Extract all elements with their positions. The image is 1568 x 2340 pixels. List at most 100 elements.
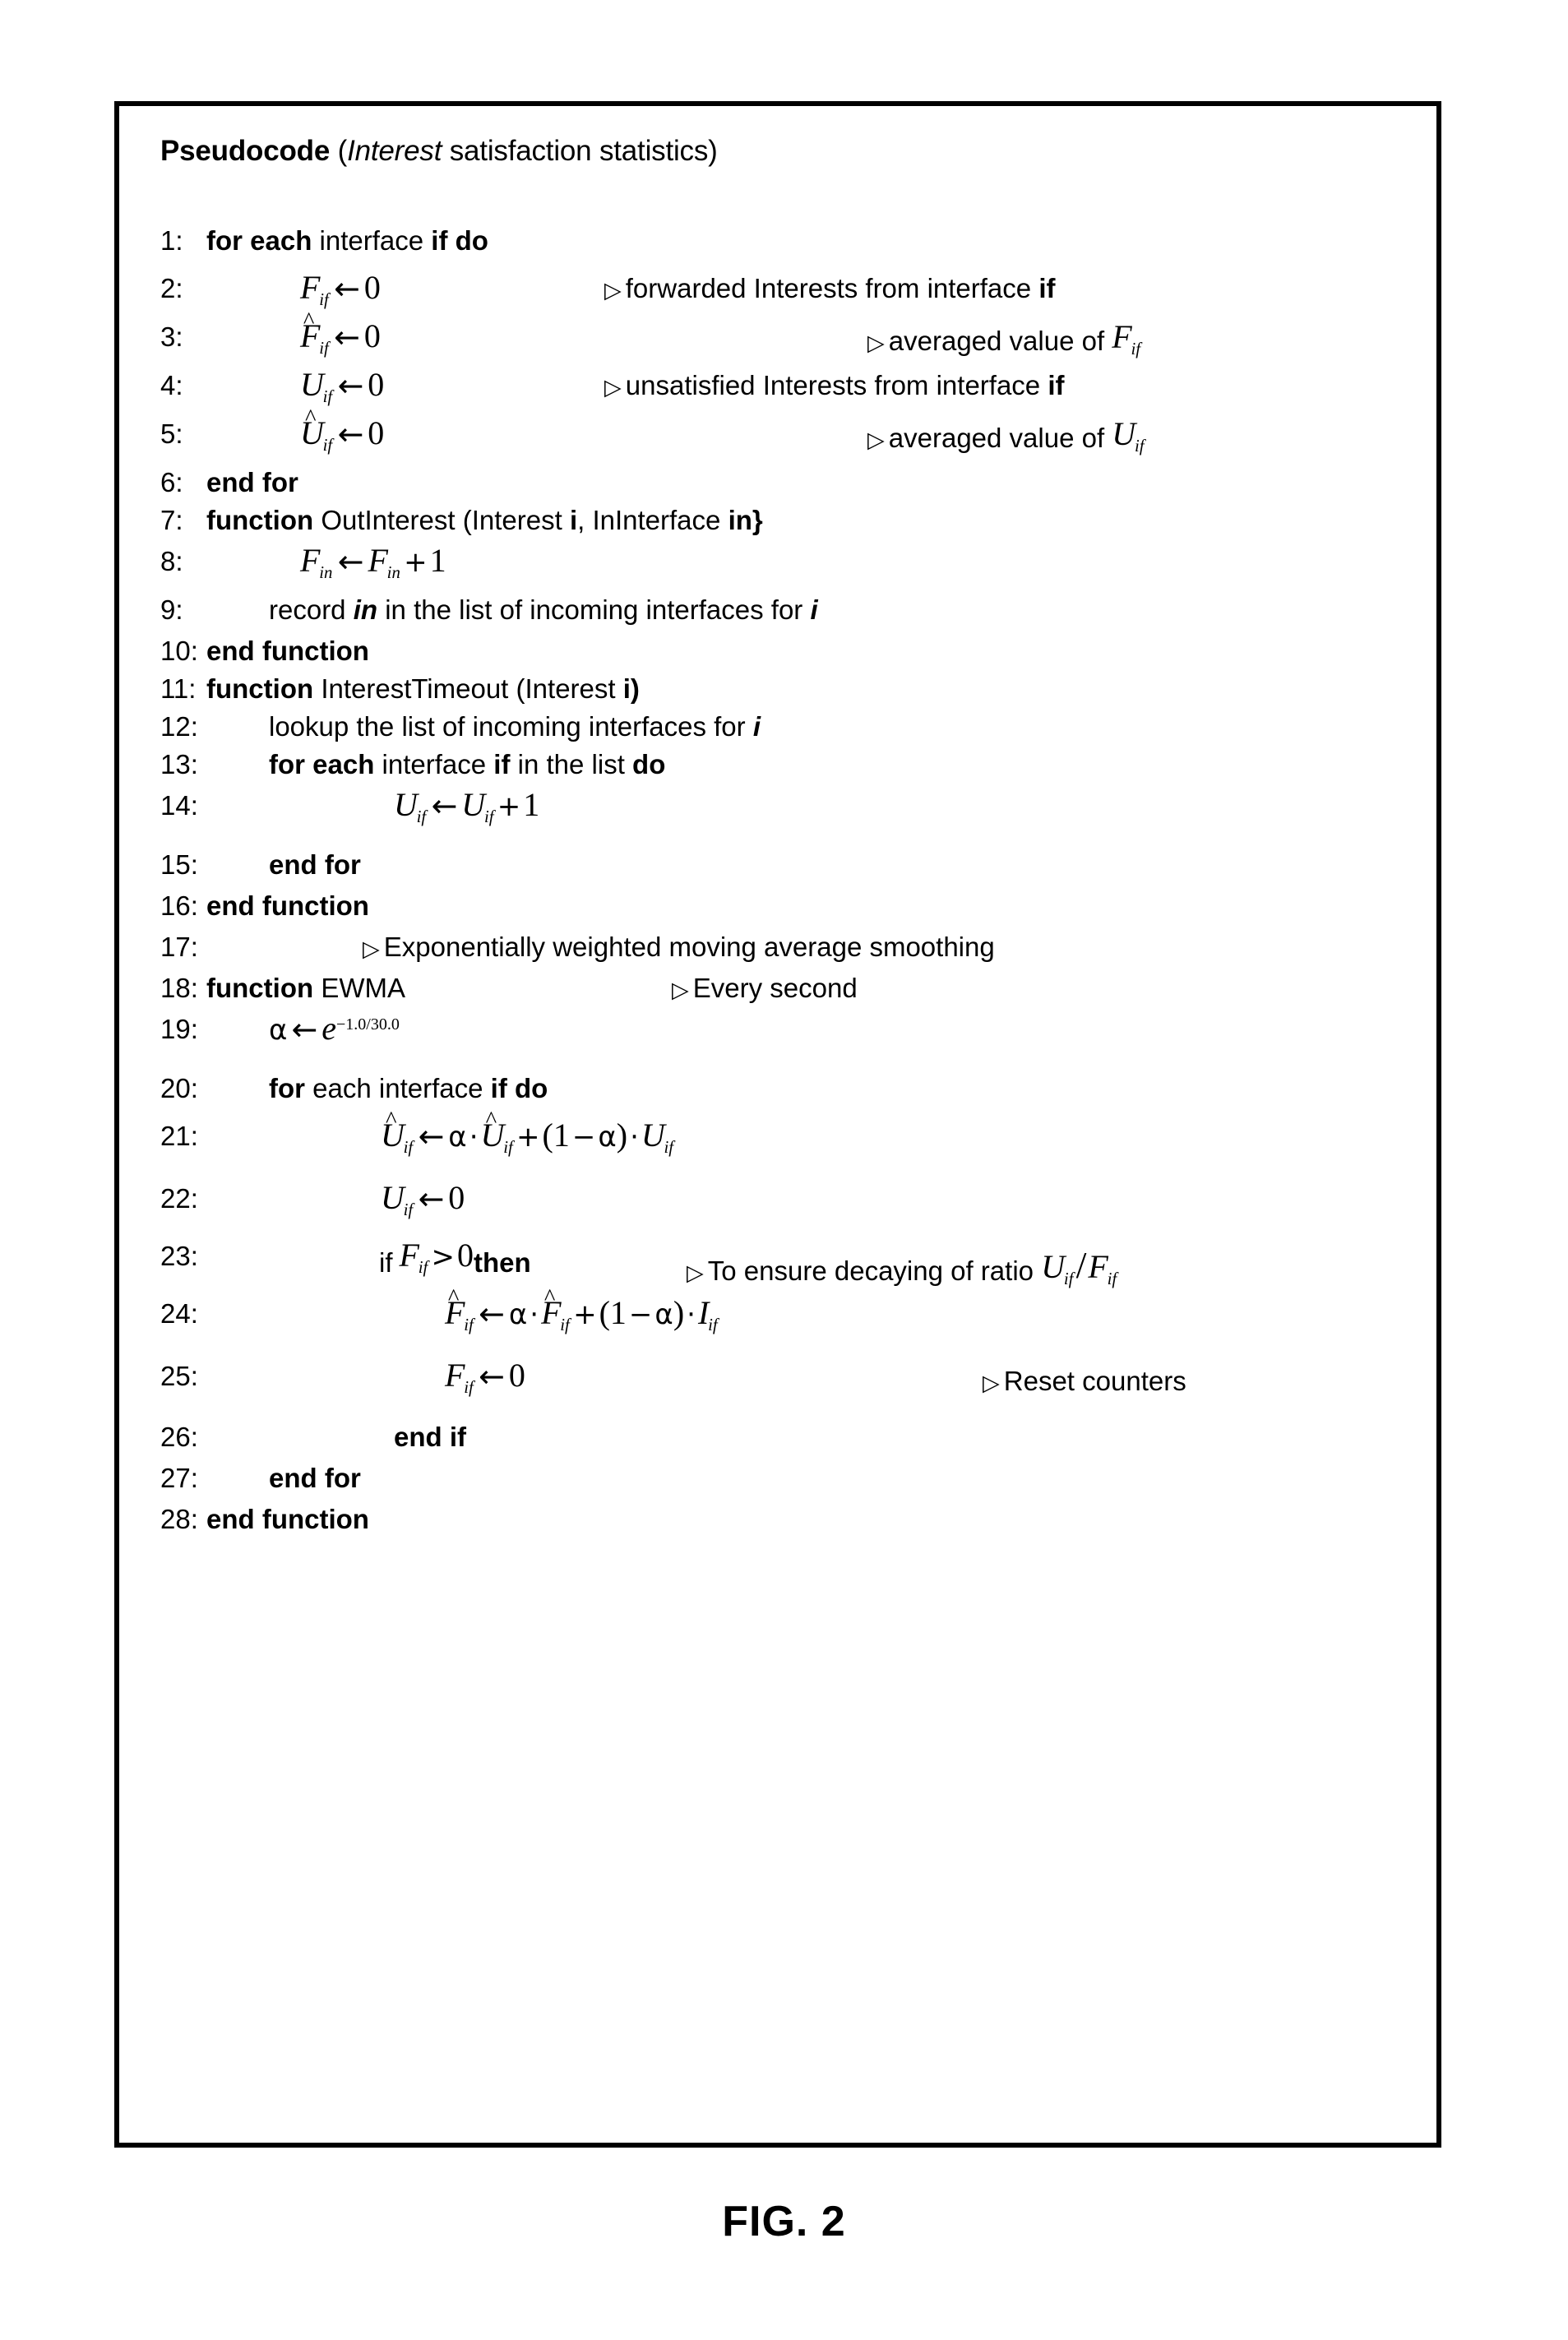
comment-triangle-icon: ▷ (983, 1371, 1000, 1396)
line-number: 25: (160, 1361, 198, 1391)
code-line-1: 1: for each interface if do (160, 227, 1420, 275)
assign-arrow-icon: ← (418, 1118, 445, 1154)
line-number: 17: (160, 932, 198, 962)
formula-uhat-if-zero: ^ Uif ← 0 (300, 404, 385, 455)
keyword-for-each: for each (206, 225, 312, 256)
line-1-text: interface (319, 225, 424, 256)
comment-triangle-icon: ▷ (363, 936, 380, 962)
line-number: 4: (160, 370, 183, 400)
code-line-7: 7: function OutInterest (Interest i, InIn… (160, 505, 763, 535)
comment-triangle-icon: ▷ (604, 375, 622, 400)
keyword-end-for: end for (269, 1463, 361, 1493)
pseudocode-title-paren: ( (330, 135, 348, 167)
alpha-symbol: α (448, 1121, 467, 1154)
formula-u-if-zero: Uif ← 0 (300, 366, 385, 406)
code-line-9: 9: record in in the list of incoming inte… (160, 594, 818, 625)
code-line-4: 4: Uif ← 0 ▷ unsatisfied Interests from inter… (160, 368, 1420, 420)
figure-caption: FIG. 2 (722, 2198, 846, 2245)
formula-fhat-if-zero: ^ Fif ← 0 (300, 307, 381, 358)
formula-u-if-reset: Uif ← 0 (381, 1179, 465, 1219)
assign-arrow-icon: ← (418, 1181, 445, 1217)
function-signature: InterestTimeout (Interest (321, 673, 616, 704)
code-line-28: 28: end function (160, 1505, 1420, 1547)
hat-accent-icon: ^ F (300, 307, 321, 354)
comment-line-4: ▷ unsatisfied Interests from interface if (604, 370, 1065, 400)
code-line-25: 25: Fif ← 0 ▷ Reset counters (160, 1357, 1420, 1423)
code-line-6: 6: end for (160, 469, 1420, 506)
comment-line-18: ▷ Every second (672, 973, 858, 1003)
code-line-22: 22: Uif ← 0 (160, 1179, 1420, 1242)
formula-f-if-zero: Fif ← 0 (300, 269, 381, 309)
code-line-20: 20: for each interface if do (160, 1073, 548, 1103)
code-line-16: 16: end function (160, 892, 1420, 933)
assign-arrow-icon: ← (337, 368, 364, 404)
line-number: 18: (160, 973, 198, 1003)
line-number: 13: (160, 749, 198, 779)
formula-u-if-increment: Uif ← Uif +1 (394, 786, 540, 826)
comment-triangle-icon: ▷ (672, 978, 689, 1003)
formula-f-if-reset: Fif ← 0 (445, 1357, 525, 1397)
line-number: 23: (160, 1241, 198, 1271)
keyword-function: function (206, 505, 314, 535)
line-number: 1: (160, 225, 183, 256)
keyword-then: then (474, 1247, 531, 1278)
formula-f-in-increment: Fin ← Fin +1 (300, 542, 446, 582)
keyword-end-for: end for (269, 849, 361, 880)
line-number: 16: (160, 890, 198, 921)
formula-uhat-ewma: ^ Uif ← α· ^ Uif +(1−α)·Uif (381, 1106, 674, 1157)
exponent: −1.0/30.0 (336, 1015, 400, 1034)
line-number: 15: (160, 849, 198, 880)
line-number: 19: (160, 1014, 198, 1044)
comment-line-17: ▷ Exponentially weighted moving average s… (363, 932, 995, 962)
code-line-11: 11: function InterestTimeout (Interest i) (160, 673, 640, 704)
assign-arrow-icon: ← (334, 271, 360, 307)
keyword-end-for: end for (206, 467, 298, 497)
inline-f-if: Fif (1112, 318, 1141, 358)
line-number: 8: (160, 546, 183, 576)
comment-line-3: ▷ averaged value of Fif (867, 318, 1141, 358)
assign-arrow-icon: ← (291, 1011, 318, 1047)
comment-line-5: ▷ averaged value of Uif (867, 415, 1145, 456)
line-number: 9: (160, 594, 183, 625)
assign-arrow-icon: ← (337, 416, 364, 452)
code-line-10: 10: end function (160, 637, 1420, 675)
pseudocode-title-italic: Interest (347, 135, 442, 167)
comment-line-23: ▷ To ensure decaying of ratio Uif/Fif (687, 1244, 1117, 1288)
hat-accent-icon: ^ U (300, 404, 324, 451)
formula-fhat-ewma: ^ Fif ← α· ^ Fif +(1−α)·Iif (445, 1283, 718, 1334)
line-number: 24: (160, 1298, 198, 1329)
function-signature: OutInterest (Interest (321, 505, 562, 535)
line-number: 5: (160, 419, 183, 449)
code-line-19: 19: α ← e−1.0/30.0 (160, 1012, 1420, 1075)
assign-arrow-icon: ← (479, 1358, 505, 1394)
line-number: 20: (160, 1073, 198, 1103)
line-number: 3: (160, 321, 183, 352)
keyword-function: function (206, 973, 314, 1003)
inline-u-if: Uif (1112, 415, 1145, 456)
line-number: 10: (160, 636, 198, 666)
code-line-18: 18: function EWMA ▷ Every second (160, 974, 1420, 1015)
line-1-ifdo: if do (431, 225, 488, 256)
keyword-function: function (206, 673, 314, 704)
keyword-end-if: end if (394, 1422, 466, 1452)
comment-triangle-icon: ▷ (867, 428, 885, 453)
keyword-end-function: end function (206, 636, 369, 666)
alpha-symbol: α (508, 1298, 528, 1331)
line-number: 21: (160, 1121, 198, 1151)
code-line-5: 5: ^ Uif ← 0 ▷ averaged value of Uif (160, 404, 1420, 469)
line-number: 14: (160, 790, 198, 821)
code-line-12: 12: lookup the list of incoming interface… (160, 711, 761, 742)
pseudocode-title-rest: satisfaction statistics) (442, 135, 718, 167)
code-line-26: 26: end if (160, 1423, 1420, 1464)
comment-triangle-icon: ▷ (604, 278, 622, 303)
assign-arrow-icon: ← (334, 319, 360, 355)
line-number: 27: (160, 1463, 198, 1493)
comment-triangle-icon: ▷ (867, 331, 885, 356)
code-line-14: 14: Uif ← Uif +1 (160, 788, 1420, 851)
assign-arrow-icon: ← (431, 788, 458, 824)
assign-arrow-icon: ← (479, 1296, 505, 1332)
alpha-symbol: α (598, 1121, 617, 1154)
code-line-3: 3: ^ Fif ← 0 ▷ averaged value of Fif (160, 307, 1420, 372)
line-number: 7: (160, 505, 183, 535)
hat-accent-icon: ^ U (381, 1106, 405, 1154)
